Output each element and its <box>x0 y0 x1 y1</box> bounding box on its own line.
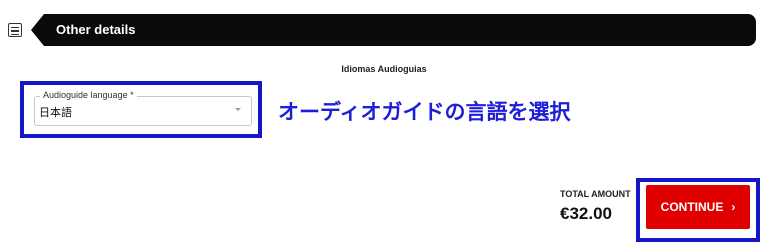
section-heading: Idiomas Audioguias <box>341 64 427 74</box>
total-amount-value: €32.00 <box>560 204 612 223</box>
caret-down-icon[interactable] <box>235 108 241 111</box>
audioguide-language-value[interactable]: 日本語 <box>39 104 72 120</box>
continue-button[interactable]: CONTINUE › <box>646 185 750 229</box>
audioguide-language-label: Audioguide language * <box>40 90 137 100</box>
total-amount-label: TOTAL AMOUNT <box>560 189 631 199</box>
chevron-right-icon: › <box>731 200 736 214</box>
header-bar <box>44 14 756 46</box>
annotation-text: オーディオガイドの言語を選択 <box>278 101 571 124</box>
menu-icon[interactable] <box>8 23 22 37</box>
continue-button-label: CONTINUE <box>660 200 724 214</box>
header-notch <box>31 14 44 46</box>
header-title: Other details <box>56 22 136 37</box>
checkout-page: Other details Idiomas Audioguias Audiogu… <box>0 0 768 248</box>
